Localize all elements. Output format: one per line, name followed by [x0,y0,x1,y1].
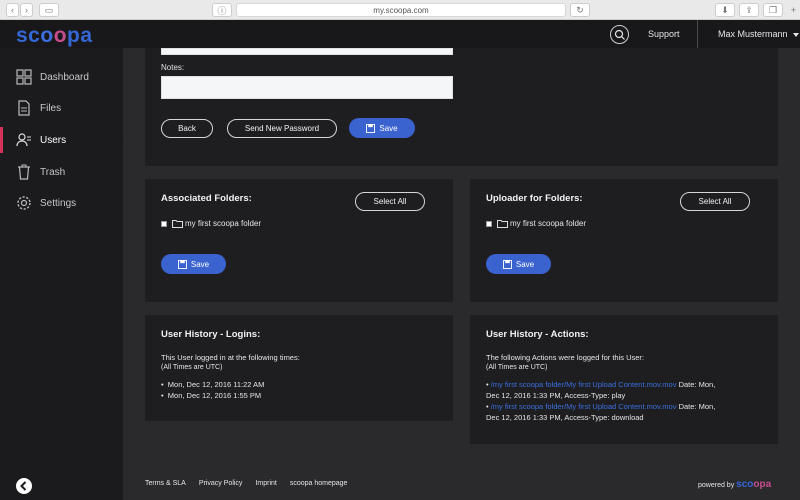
save-button[interactable]: Save [349,118,415,138]
trash-icon [18,164,30,180]
folder-name: my first scoopa folder [185,219,262,228]
save-button[interactable]: Save [486,254,551,274]
select-all-button[interactable]: Select All [680,192,750,211]
share-icon[interactable]: ⇪ [739,3,759,17]
login-entry: • Mon, Dec 12, 2016 1:55 PM [161,391,262,400]
sidebar-item-label: Files [40,103,62,114]
active-indicator-arrow [113,129,123,151]
floppy-icon [502,259,512,269]
tabs-icon[interactable]: ❐ [763,3,783,17]
folder-checkbox[interactable] [161,221,167,227]
forward-arrow-icon[interactable]: › [20,3,33,17]
floppy-icon [177,259,187,269]
notes-field[interactable] [161,76,453,99]
folder-name: my first scoopa folder [510,219,587,228]
send-password-button[interactable]: Send New Password [227,119,337,138]
action-entry: • /my first scoopa folder/My first Uploa… [486,380,716,400]
user-menu[interactable]: Max Mustermann [718,29,799,39]
save-label: Save [190,259,210,269]
gear-icon [17,196,31,210]
login-history-card: User History - Logins: This User logged … [145,315,453,421]
sidebar-item-dashboard[interactable]: Dashboard [0,64,123,90]
login-history-title: User History - Logins: [161,329,261,340]
login-entry: • Mon, Dec 12, 2016 11:22 AM [161,380,265,389]
associated-folders-card: Associated Folders: Select All my first … [145,179,453,302]
user-name: Max Mustermann [718,29,788,39]
folder-icon [497,220,508,228]
chevron-left-icon [20,481,27,491]
associated-folders-title: Associated Folders: [161,193,252,204]
select-all-button[interactable]: Select All [355,192,425,211]
search-icon [614,29,625,40]
sidebar-item-trash[interactable]: Trash [0,159,123,185]
save-label: Save [515,259,535,269]
save-button[interactable]: Save [161,254,226,274]
sidebar-item-label: Users [40,135,67,146]
folder-icon [172,220,183,228]
action-history-card: User History - Actions: The following Ac… [470,315,778,444]
chevron-down-icon [792,32,799,37]
sidebar-toggle-icon[interactable]: ▭ [39,3,59,17]
users-icon [16,133,31,147]
timezone-note: (All Times are UTC) [486,364,548,371]
sidebar-item-label: Dashboard [40,72,89,83]
file-path-link[interactable]: /my first scoopa folder/My first Upload … [491,380,677,389]
scoopa-footer-logo: scoopa [736,479,772,490]
app-header: scoopa Support Max Mustermann [0,20,800,48]
folder-item: my first scoopa folder [172,219,261,228]
folder-checkbox[interactable] [486,221,492,227]
download-icon[interactable]: ⬇ [715,3,735,17]
floppy-icon [366,123,376,133]
imprint-link[interactable]: Imprint [255,480,276,487]
sidebar-item-label: Settings [40,198,77,209]
new-tab-icon[interactable]: + [787,3,800,17]
notes-label: Notes: [161,63,185,72]
sidebar-item-files[interactable]: Files [0,95,123,121]
folder-item: my first scoopa folder [497,219,586,228]
sidebar: Dashboard Files Users Trash Settings [0,48,123,500]
sidebar-item-settings[interactable]: Settings [0,190,123,216]
header-divider [697,20,698,48]
support-link[interactable]: Support [648,29,680,39]
terms-link[interactable]: Terms & SLA [145,480,186,487]
timezone-note: (All Times are UTC) [161,364,223,371]
back-arrow-icon[interactable]: ‹ [6,3,19,17]
sidebar-item-users[interactable]: Users [0,127,123,153]
browser-toolbar: ‹ › ▭ ⓘ my.scoopa.com ↻ ⬇ ⇪ ❐ + [0,0,800,20]
reload-icon[interactable]: ↻ [570,3,590,17]
action-entry: • /my first scoopa folder/My first Uploa… [486,402,716,422]
uploader-folders-title: Uploader for Folders: [486,193,583,204]
powered-by: powered by scoopa [698,479,772,490]
save-label: Save [379,123,398,133]
homepage-link[interactable]: scoopa homepage [290,480,348,487]
address-bar[interactable]: my.scoopa.com [236,3,566,17]
user-details-card: Notes: Back Send New Password Save [145,48,778,166]
file-icon [18,100,30,116]
previous-field[interactable] [161,48,453,55]
privacy-link[interactable]: Privacy Policy [199,480,243,487]
action-history-title: User History - Actions: [486,329,589,340]
url-text: my.scoopa.com [373,5,429,15]
footer-links: Terms & SLA Privacy Policy Imprint scoop… [145,480,347,487]
collapse-sidebar-button[interactable] [16,478,32,494]
dashboard-icon [16,69,32,85]
sidebar-item-label: Trash [40,167,66,178]
back-button[interactable]: Back [161,119,213,138]
scoopa-logo[interactable]: scoopa [16,24,93,48]
search-button[interactable] [610,25,629,44]
uploader-folders-card: Uploader for Folders: Select All my firs… [470,179,778,302]
file-path-link[interactable]: /my first scoopa folder/My first Upload … [491,402,677,411]
info-icon[interactable]: ⓘ [212,3,232,17]
